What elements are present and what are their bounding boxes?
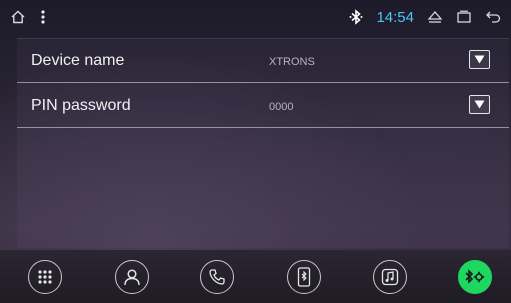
keypad-button[interactable] (28, 260, 62, 294)
bottom-dock (0, 250, 511, 303)
pin-password-value: 0000 (269, 101, 294, 113)
device-name-dropdown-button[interactable] (469, 50, 490, 69)
pin-password-row[interactable]: PIN password 0000 (17, 84, 509, 128)
bluetooth-settings-panel: Device name XTRONS PIN password 0000 (17, 38, 509, 248)
status-bar: 14:54 (0, 0, 511, 34)
clock: 14:54 (376, 8, 414, 26)
overflow-menu-icon[interactable] (40, 9, 46, 25)
home-icon[interactable] (10, 9, 26, 25)
device-name-row[interactable]: Device name XTRONS (17, 39, 509, 83)
triangle-down-icon (474, 55, 485, 64)
contacts-button[interactable] (115, 260, 149, 294)
keypad-icon (38, 270, 52, 284)
phone-bluetooth-button[interactable] (287, 260, 321, 294)
bluetooth-icon (349, 9, 363, 25)
bluetooth-settings-icon (465, 269, 485, 284)
bluetooth-settings-button[interactable] (458, 260, 492, 294)
back-icon[interactable] (485, 10, 501, 24)
phone-bluetooth-icon (297, 267, 311, 287)
pin-password-dropdown-button[interactable] (469, 95, 490, 114)
phone-button[interactable] (200, 260, 234, 294)
music-icon (381, 268, 399, 286)
status-bar-right: 14:54 (349, 0, 501, 34)
device-name-label: Device name (31, 52, 125, 69)
eject-icon[interactable] (427, 10, 443, 24)
device-name-value: XTRONS (269, 56, 315, 68)
pin-password-label: PIN password (31, 97, 131, 114)
status-bar-left (10, 0, 46, 34)
music-button[interactable] (373, 260, 407, 294)
contacts-icon (124, 269, 140, 286)
recent-apps-icon[interactable] (456, 10, 472, 24)
phone-icon (209, 269, 225, 285)
triangle-down-icon (474, 100, 485, 109)
